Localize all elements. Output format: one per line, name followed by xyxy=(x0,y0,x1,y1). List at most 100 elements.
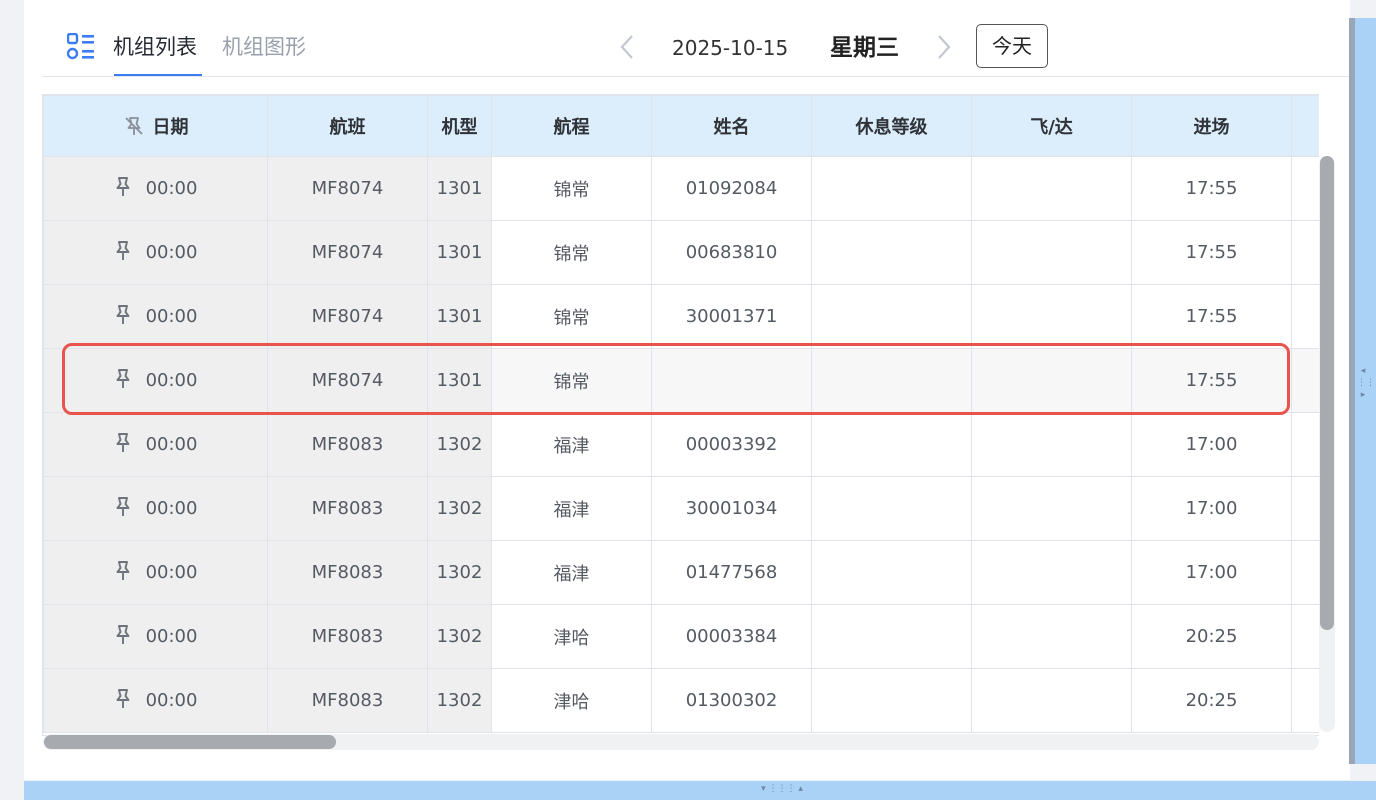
cell-rest-level[interactable] xyxy=(811,476,972,541)
cell-aircraft[interactable]: 1302 xyxy=(427,540,492,605)
cell-date[interactable]: 00:00 xyxy=(43,604,268,669)
cell-aircraft[interactable]: 1301 xyxy=(427,220,492,285)
cell-route[interactable]: 福津 xyxy=(491,412,652,477)
right-splitter-handle-icon[interactable]: ◂ ⋮⋮ ▸ xyxy=(1357,365,1375,415)
cell-name[interactable]: 30001371 xyxy=(651,284,812,349)
table-row[interactable]: 00:00 MF8074 1301 锦常 17:55 xyxy=(43,348,1319,413)
cell-route[interactable]: 福津 xyxy=(491,476,652,541)
cell-name[interactable]: 00003392 xyxy=(651,412,812,477)
table-row[interactable]: 00:00 MF8074 1301 锦常 30001371 17:55 xyxy=(43,284,1319,349)
cell-entry[interactable]: 17:00 xyxy=(1131,540,1292,605)
next-day-button[interactable] xyxy=(931,32,957,62)
today-button[interactable]: 今天 xyxy=(976,24,1048,68)
cell-name[interactable]: 30001034 xyxy=(651,476,812,541)
column-header-flight[interactable]: 航班 xyxy=(267,95,428,157)
cell-fly-arrive[interactable] xyxy=(971,284,1132,349)
cell-fly-arrive[interactable] xyxy=(971,476,1132,541)
cell-name[interactable]: 01300302 xyxy=(651,668,812,733)
cell-route[interactable]: 津哈 xyxy=(491,604,652,669)
table-row[interactable]: 00:00 MF8083 1302 津哈 00003384 20:25 xyxy=(43,604,1319,669)
cell-rest-level[interactable] xyxy=(811,540,972,605)
cell-entry[interactable]: 20:25 xyxy=(1131,604,1292,669)
unpin-icon[interactable] xyxy=(123,115,145,137)
cell-flight[interactable]: MF8074 xyxy=(267,284,428,349)
cell-fly-arrive[interactable] xyxy=(971,156,1132,221)
column-header-name[interactable]: 姓名 xyxy=(651,95,812,157)
column-header-rest-level[interactable]: 休息等级 xyxy=(811,95,972,157)
cell-fly-arrive[interactable] xyxy=(971,668,1132,733)
cell-route[interactable]: 津哈 xyxy=(491,668,652,733)
cell-flight[interactable]: MF8083 xyxy=(267,604,428,669)
cell-date[interactable]: 00:00 xyxy=(43,284,268,349)
cell-date[interactable]: 00:00 xyxy=(43,476,268,541)
cell-fly-arrive[interactable] xyxy=(971,348,1132,413)
cell-aircraft[interactable]: 1302 xyxy=(427,604,492,669)
bottom-splitter-handle-icon[interactable]: ▾ ⋮⋮⋮ ▴ xyxy=(752,782,812,796)
cell-date[interactable]: 00:00 xyxy=(43,348,268,413)
cell-aircraft[interactable]: 1301 xyxy=(427,348,492,413)
table-row[interactable]: 00:00 MF8083 1302 津哈 01300302 20:25 xyxy=(43,668,1319,733)
cell-route[interactable]: 锦常 xyxy=(491,348,652,413)
cell-date[interactable]: 00:00 xyxy=(43,540,268,605)
cell-date[interactable]: 00:00 xyxy=(43,220,268,285)
vertical-scrollbar-thumb[interactable] xyxy=(1320,156,1334,630)
tab-crew-graph[interactable]: 机组图形 xyxy=(222,32,306,62)
cell-aircraft[interactable]: 1302 xyxy=(427,476,492,541)
column-header-entry[interactable]: 进场 xyxy=(1131,95,1292,157)
cell-rest-level[interactable] xyxy=(811,156,972,221)
cell-route[interactable]: 福津 xyxy=(491,540,652,605)
table-row[interactable]: 00:00 MF8074 1301 锦常 00683810 17:55 xyxy=(43,220,1319,285)
column-header-fly-arrive[interactable]: 飞/达 xyxy=(971,95,1132,157)
cell-name[interactable]: 01092084 xyxy=(651,156,812,221)
tab-crew-list[interactable]: 机组列表 xyxy=(113,32,197,62)
cell-route[interactable]: 锦常 xyxy=(491,284,652,349)
cell-aircraft[interactable]: 1302 xyxy=(427,412,492,477)
table-row[interactable]: 00:00 MF8083 1302 福津 01477568 17:00 xyxy=(43,540,1319,605)
cell-aircraft[interactable]: 1302 xyxy=(427,668,492,733)
cell-entry[interactable]: 17:55 xyxy=(1131,348,1292,413)
current-date[interactable]: 2025-10-15 xyxy=(672,35,788,61)
pin-icon[interactable] xyxy=(114,688,132,710)
cell-flight[interactable]: MF8083 xyxy=(267,668,428,733)
cell-entry[interactable]: 17:00 xyxy=(1131,476,1292,541)
cell-fly-arrive[interactable] xyxy=(971,412,1132,477)
pin-icon[interactable] xyxy=(114,560,132,582)
cell-entry[interactable]: 17:55 xyxy=(1131,156,1292,221)
column-header-route[interactable]: 航程 xyxy=(491,95,652,157)
cell-flight[interactable]: MF8083 xyxy=(267,540,428,605)
cell-date[interactable]: 00:00 xyxy=(43,156,268,221)
cell-flight[interactable]: MF8074 xyxy=(267,156,428,221)
cell-rest-level[interactable] xyxy=(811,412,972,477)
pin-icon[interactable] xyxy=(114,624,132,646)
cell-fly-arrive[interactable] xyxy=(971,540,1132,605)
cell-name[interactable]: 00683810 xyxy=(651,220,812,285)
cell-rest-level[interactable] xyxy=(811,284,972,349)
table-row[interactable]: 00:00 MF8083 1302 福津 00003392 17:00 xyxy=(43,412,1319,477)
cell-entry[interactable]: 20:25 xyxy=(1131,668,1292,733)
cell-date[interactable]: 00:00 xyxy=(43,412,268,477)
cell-date[interactable]: 00:00 xyxy=(43,668,268,733)
cell-fly-arrive[interactable] xyxy=(971,604,1132,669)
column-header-date[interactable]: 日期 xyxy=(43,95,268,157)
bottom-splitter[interactable] xyxy=(24,781,1376,800)
cell-name[interactable]: 00003384 xyxy=(651,604,812,669)
cell-rest-level[interactable] xyxy=(811,604,972,669)
cell-rest-level[interactable] xyxy=(811,348,972,413)
cell-route[interactable]: 锦常 xyxy=(491,156,652,221)
cell-entry[interactable]: 17:00 xyxy=(1131,412,1292,477)
cell-rest-level[interactable] xyxy=(811,668,972,733)
cell-flight[interactable]: MF8083 xyxy=(267,476,428,541)
table-row[interactable]: 00:00 MF8083 1302 福津 30001034 17:00 xyxy=(43,476,1319,541)
cell-aircraft[interactable]: 1301 xyxy=(427,156,492,221)
cell-flight[interactable]: MF8074 xyxy=(267,220,428,285)
previous-day-button[interactable] xyxy=(614,32,640,62)
cell-flight[interactable]: MF8074 xyxy=(267,348,428,413)
horizontal-scrollbar-thumb[interactable] xyxy=(44,735,336,749)
pin-icon[interactable] xyxy=(114,432,132,454)
pin-icon[interactable] xyxy=(114,368,132,390)
pin-icon[interactable] xyxy=(114,496,132,518)
pin-icon[interactable] xyxy=(114,176,132,198)
cell-fly-arrive[interactable] xyxy=(971,220,1132,285)
cell-entry[interactable]: 17:55 xyxy=(1131,284,1292,349)
cell-route[interactable]: 锦常 xyxy=(491,220,652,285)
